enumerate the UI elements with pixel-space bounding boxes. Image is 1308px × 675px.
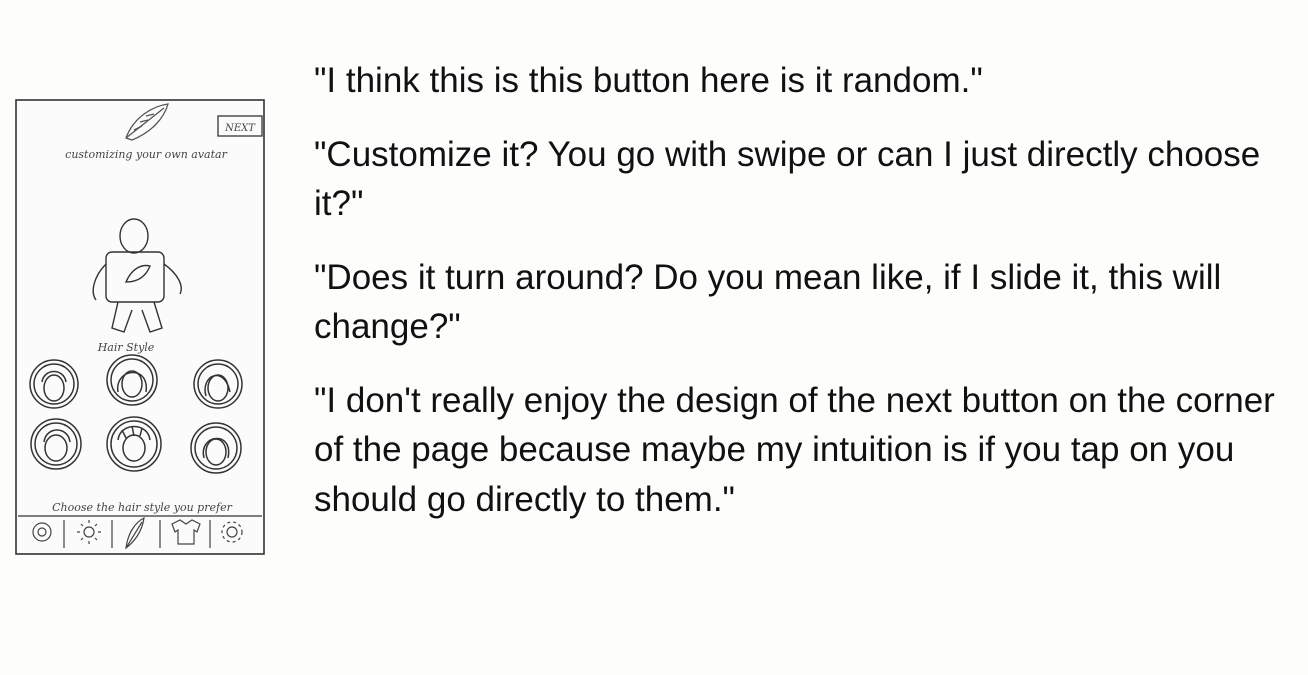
paper-prototype-sketch: NEXT customizing your own avatar Hair St… (14, 96, 268, 558)
feedback-quote: "I don't really enjoy the design of the … (314, 380, 1275, 519)
hair-style-label: Hair Style (97, 341, 155, 354)
footer-hint: Choose the hair style you prefer (52, 501, 232, 514)
screen-header: customizing your own avatar (65, 148, 227, 161)
feedback-quote: "Does it turn around? Do you mean like, … (314, 257, 1222, 347)
feedback-quote: "Customize it? You go with swipe or can … (314, 134, 1261, 224)
feedback-quote: "I think this is this button here is it … (314, 61, 983, 100)
next-button-label: NEXT (224, 123, 256, 134)
user-feedback-quotes: "I think this is this button here is it … (314, 56, 1308, 548)
phone-frame (15, 99, 265, 555)
